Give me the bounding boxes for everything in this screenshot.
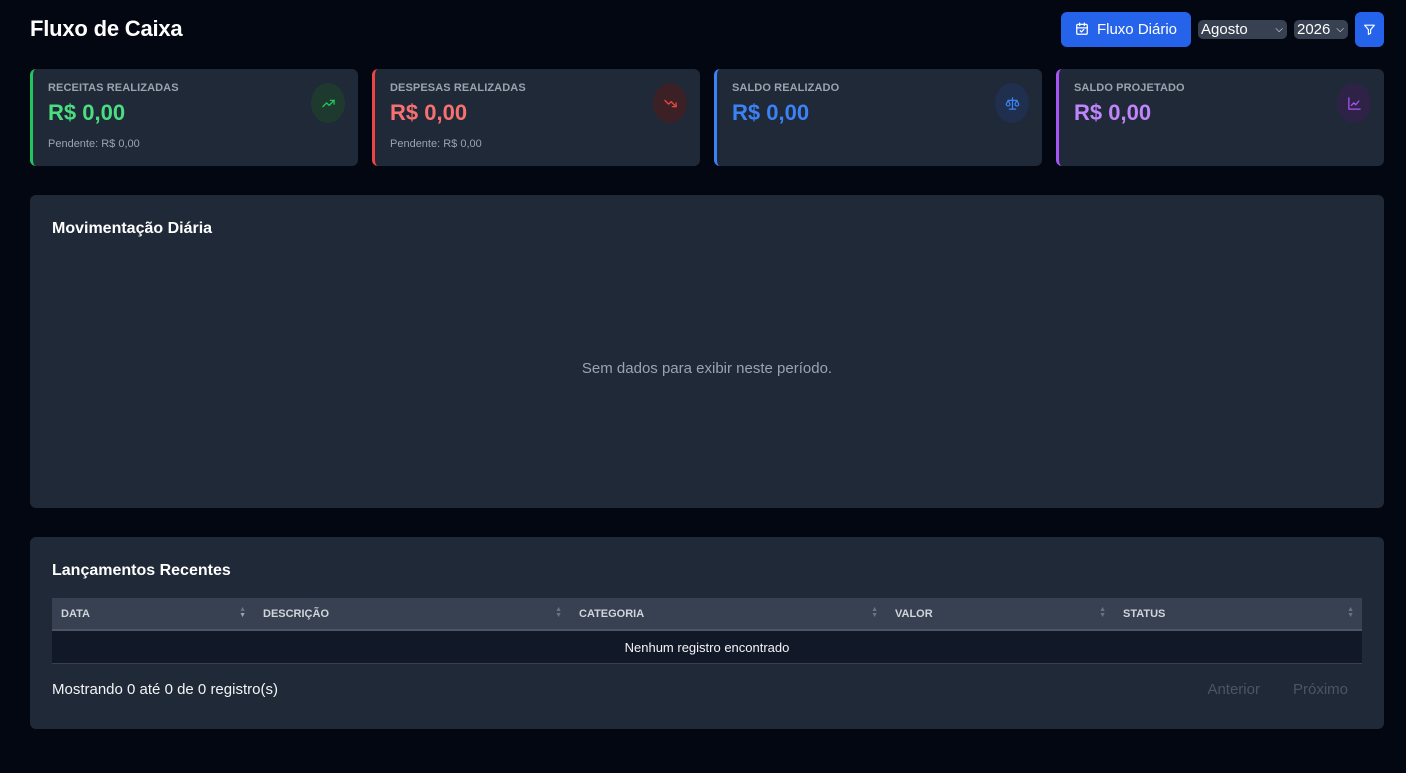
column-label: CATEGORIA	[579, 607, 645, 620]
card-label: DESPESAS REALIZADAS	[390, 82, 526, 94]
prev-page-button[interactable]: Anterior	[1207, 681, 1260, 698]
table-info: Mostrando 0 até 0 de 0 registro(s)	[52, 680, 278, 698]
chevron-down-icon: ⌵	[1336, 23, 1344, 35]
chart-line-icon	[1347, 96, 1361, 110]
card-icon-wrap	[653, 83, 687, 123]
column-header-valor[interactable]: VALOR ▲ ▼	[886, 598, 1114, 629]
table-header: DATA ▲ ▼ DESCRIÇÃO ▲ ▼ CATEGORIA ▲ ▼ VALOR …	[52, 598, 1362, 631]
column-header-descricao[interactable]: DESCRIÇÃO ▲ ▼	[254, 598, 570, 629]
summary-cards: RECEITAS REALIZADAS R$ 0,00 Pendente: R$…	[30, 69, 1384, 166]
card-icon-wrap	[995, 83, 1029, 123]
calendar-icon	[1076, 22, 1088, 35]
next-page-button[interactable]: Próximo	[1293, 681, 1348, 698]
empty-chart-message: Sem dados para exibir neste período.	[581, 360, 833, 377]
sort-icon: ▲ ▼	[1347, 606, 1354, 619]
card-receitas: RECEITAS REALIZADAS R$ 0,00 Pendente: R$…	[30, 69, 358, 166]
daily-movement-panel: Movimentação Diária Sem dados para exibi…	[30, 195, 1384, 508]
trending-up-icon	[321, 99, 335, 107]
column-label: VALOR	[895, 607, 933, 620]
trending-down-icon	[663, 99, 677, 107]
card-pending: Pendente: R$ 0,00	[390, 138, 482, 150]
daily-flow-label: Fluxo Diário	[1096, 20, 1177, 38]
panel-title: Movimentação Diária	[52, 220, 213, 237]
card-saldo-realizado: SALDO REALIZADO R$ 0,00	[714, 69, 1042, 166]
sort-icon: ▲ ▼	[871, 606, 878, 619]
sort-icon: ▲ ▼	[555, 606, 562, 619]
table-row-empty: Nenhum registro encontrado	[52, 631, 1362, 664]
recent-entries-panel: Lançamentos Recentes DATA ▲ ▼ DESCRIÇÃO ▲…	[30, 537, 1384, 729]
entries-table: DATA ▲ ▼ DESCRIÇÃO ▲ ▼ CATEGORIA ▲ ▼ VALOR …	[52, 598, 1362, 664]
page-header: Fluxo de Caixa Fluxo Diário Agosto ⌵ 202…	[30, 11, 1384, 47]
cash-flow-page: Fluxo de Caixa Fluxo Diário Agosto ⌵ 202…	[0, 0, 1406, 773]
sort-icon: ▲ ▼	[239, 606, 246, 619]
card-value: R$ 0,00	[390, 100, 468, 125]
column-header-status[interactable]: STATUS ▲ ▼	[1114, 598, 1362, 629]
table-footer: Mostrando 0 até 0 de 0 registro(s) Anter…	[52, 679, 1362, 699]
card-saldo-projetado: SALDO PROJETADO R$ 0,00	[1056, 69, 1384, 166]
year-select[interactable]: 2026 ⌵	[1294, 19, 1348, 39]
header-controls: Fluxo Diário Agosto ⌵ 2026 ⌵	[1060, 11, 1384, 47]
month-select[interactable]: Agosto ⌵	[1198, 19, 1287, 39]
column-label: STATUS	[1123, 607, 1166, 620]
column-header-data[interactable]: DATA ▲ ▼	[52, 598, 254, 629]
column-label: DATA	[61, 607, 90, 620]
month-select-value: Agosto	[1201, 20, 1248, 38]
card-label: RECEITAS REALIZADAS	[48, 82, 179, 94]
daily-flow-button[interactable]: Fluxo Diário	[1060, 11, 1191, 47]
card-icon-wrap	[311, 83, 345, 123]
pagination: Anterior Próximo	[1207, 681, 1362, 698]
card-despesas: DESPESAS REALIZADAS R$ 0,00 Pendente: R$…	[372, 69, 700, 166]
card-pending: Pendente: R$ 0,00	[48, 138, 140, 150]
card-icon-wrap	[1337, 83, 1371, 123]
filter-button[interactable]	[1355, 11, 1384, 47]
year-select-value: 2026	[1297, 20, 1331, 38]
card-value: R$ 0,00	[1074, 100, 1152, 125]
column-header-categoria[interactable]: CATEGORIA ▲ ▼	[570, 598, 886, 629]
column-label: DESCRIÇÃO	[263, 607, 330, 620]
page-title: Fluxo de Caixa	[30, 16, 183, 41]
filter-icon	[1364, 24, 1375, 35]
card-value: R$ 0,00	[48, 100, 126, 125]
card-label: SALDO REALIZADO	[732, 82, 840, 94]
sort-icon: ▲ ▼	[1099, 606, 1106, 619]
panel-title: Lançamentos Recentes	[52, 562, 231, 579]
scale-icon	[1005, 96, 1019, 110]
card-value: R$ 0,00	[732, 100, 810, 125]
chevron-down-icon: ⌵	[1275, 23, 1283, 35]
card-label: SALDO PROJETADO	[1074, 82, 1185, 94]
